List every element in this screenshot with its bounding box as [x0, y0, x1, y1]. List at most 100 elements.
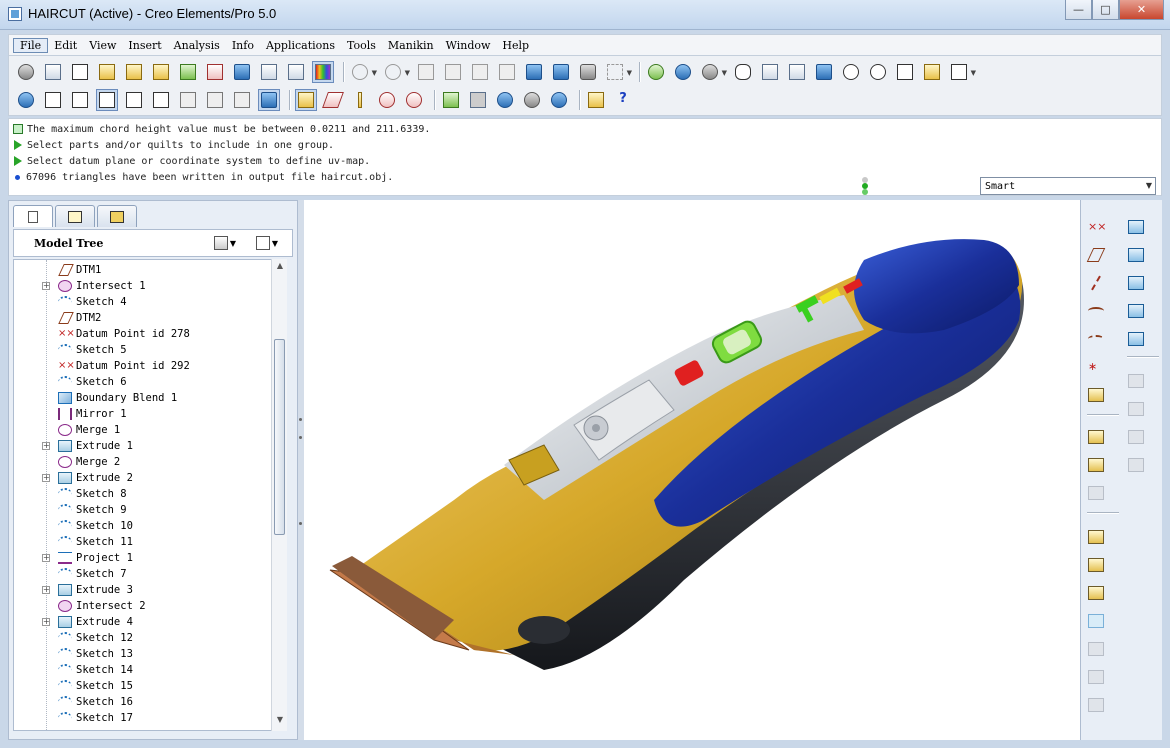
tree-item[interactable]: Intersect 2 [14, 598, 274, 614]
zoom-out-icon[interactable] [867, 61, 889, 83]
tree-item[interactable]: Sketch 17 [14, 710, 274, 726]
tree-item[interactable]: Sketch 7 [14, 566, 274, 582]
view-manager-icon[interactable] [786, 61, 808, 83]
edit-definition-icon[interactable] [1085, 426, 1107, 448]
open-folder-icon[interactable] [96, 61, 118, 83]
expand-icon[interactable]: + [42, 282, 50, 290]
close-window-icon[interactable] [204, 61, 226, 83]
minimize-button[interactable]: — [1065, 0, 1092, 20]
cut-icon[interactable] [415, 61, 437, 83]
tree-item[interactable]: DTM2 [14, 310, 274, 326]
maximize-button[interactable]: □ [1092, 0, 1119, 20]
layers-icon[interactable] [759, 61, 781, 83]
shell-tool-icon[interactable] [1085, 582, 1107, 604]
tree-item[interactable]: Sketch 6 [14, 374, 274, 390]
view-dimetric-icon[interactable] [231, 89, 253, 111]
selection-box-icon[interactable]: ▼ [604, 61, 632, 83]
rib-tool-icon[interactable] [1085, 610, 1107, 632]
annotation-display-icon[interactable]: ▼ [948, 61, 976, 83]
edit-file-icon[interactable] [150, 61, 172, 83]
menu-edit[interactable]: Edit [48, 39, 83, 52]
sketched-curve-icon[interactable] [1085, 328, 1107, 350]
tree-item[interactable]: + Extrude 1 [14, 438, 274, 454]
saved-views-icon[interactable] [813, 61, 835, 83]
render-region-icon[interactable] [467, 89, 489, 111]
save-copy-icon[interactable] [258, 61, 280, 83]
hole-tool-icon[interactable] [1085, 526, 1107, 548]
regenerate-manager-icon[interactable] [550, 61, 572, 83]
display-silhouette-icon[interactable] [123, 89, 145, 111]
menu-analysis[interactable]: Analysis [168, 39, 226, 52]
model-tree-tab-icon[interactable] [13, 205, 53, 227]
tree-item[interactable]: Sketch 5 [14, 342, 274, 358]
display-hidden-line-icon[interactable] [69, 89, 91, 111]
tree-item[interactable]: Merge 1 [14, 422, 274, 438]
menu-help[interactable]: Help [496, 39, 535, 52]
tree-item[interactable]: Sketch 9 [14, 502, 274, 518]
close-button[interactable]: ✕ [1119, 0, 1164, 20]
tree-item[interactable]: Sketch 11 [14, 534, 274, 550]
datum-axis-display-icon[interactable] [349, 89, 371, 111]
status-light-icon[interactable] [860, 177, 870, 195]
menu-file[interactable]: File [13, 37, 49, 53]
tree-item[interactable]: Sketch 16 [14, 694, 274, 710]
color-appearance-icon[interactable] [312, 61, 334, 83]
tree-item[interactable]: DTM1 [14, 262, 274, 278]
analysis-tool-icon[interactable] [1085, 384, 1107, 406]
open-recent-icon[interactable] [123, 61, 145, 83]
print-preview-icon[interactable] [42, 61, 64, 83]
tree-item[interactable]: Boundary Blend 1 [14, 390, 274, 406]
render-window-icon[interactable] [494, 89, 516, 111]
scroll-up-icon[interactable]: ▲ [272, 261, 288, 275]
refit-icon[interactable] [894, 61, 916, 83]
menu-tools[interactable]: Tools [341, 39, 382, 52]
tree-item[interactable]: + Extrude 2 [14, 470, 274, 486]
round-tool-icon[interactable] [1085, 554, 1107, 576]
selection-filter-select[interactable]: Smart ▼ [980, 177, 1156, 195]
tree-item[interactable]: Sketch 13 [14, 646, 274, 662]
merge-tool-icon[interactable] [1125, 398, 1147, 420]
trim-tool-icon[interactable] [1125, 426, 1147, 448]
scroll-down-icon[interactable]: ▼ [272, 715, 288, 729]
sweep-tool-icon[interactable] [1125, 300, 1147, 322]
spin-center-icon[interactable] [645, 61, 667, 83]
erase-icon[interactable] [15, 61, 37, 83]
chamfer-tool-icon[interactable] [1085, 666, 1107, 688]
extrude-tool-icon[interactable] [1125, 272, 1147, 294]
zoom-in-icon[interactable] [840, 61, 862, 83]
context-help-icon[interactable]: ? [612, 89, 634, 111]
coordinate-system-display-icon[interactable] [403, 89, 425, 111]
layers-tab-icon[interactable] [55, 205, 95, 227]
tree-item[interactable]: + Project 1 [14, 550, 274, 566]
tree-item[interactable]: Sketch 8 [14, 486, 274, 502]
menu-view[interactable]: View [83, 39, 122, 52]
user-model-icon[interactable] [15, 89, 37, 111]
tree-item[interactable]: Mirror 1 [14, 406, 274, 422]
copy-icon[interactable] [442, 61, 464, 83]
datum-plane-tool-icon[interactable] [1085, 244, 1107, 266]
menu-applications[interactable]: Applications [260, 39, 341, 52]
datum-plane-tag-icon[interactable] [322, 89, 344, 111]
tree-item[interactable]: + Intersect 1 [14, 278, 274, 294]
tree-scrollbar[interactable]: ▲ ▼ [271, 259, 287, 731]
datum-axis-tool-icon[interactable] [1085, 272, 1107, 294]
view-trimetric-icon[interactable] [204, 89, 226, 111]
expand-icon[interactable]: + [42, 586, 50, 594]
boundary-blend-tool-icon[interactable] [1125, 328, 1147, 350]
tree-item[interactable]: ×× Datum Point id 278 [14, 326, 274, 342]
draft-tool-icon[interactable] [1085, 638, 1107, 660]
tree-item[interactable]: + Extrude 3 [14, 582, 274, 598]
group-tool-icon[interactable] [1085, 482, 1107, 504]
undo-icon[interactable]: ▼ [349, 61, 377, 83]
datum-point-display-icon[interactable] [376, 89, 398, 111]
regenerate-icon[interactable] [177, 61, 199, 83]
expand-icon[interactable]: + [42, 442, 50, 450]
redo-icon[interactable]: ▼ [382, 61, 410, 83]
save-icon[interactable] [231, 61, 253, 83]
orient-mode-icon[interactable] [672, 61, 694, 83]
shading-icon[interactable]: ▼ [699, 61, 727, 83]
display-edges-icon[interactable] [150, 89, 172, 111]
find-icon[interactable] [577, 61, 599, 83]
datum-curve-tool-icon[interactable] [1085, 300, 1107, 322]
teapot-render-icon[interactable] [521, 89, 543, 111]
